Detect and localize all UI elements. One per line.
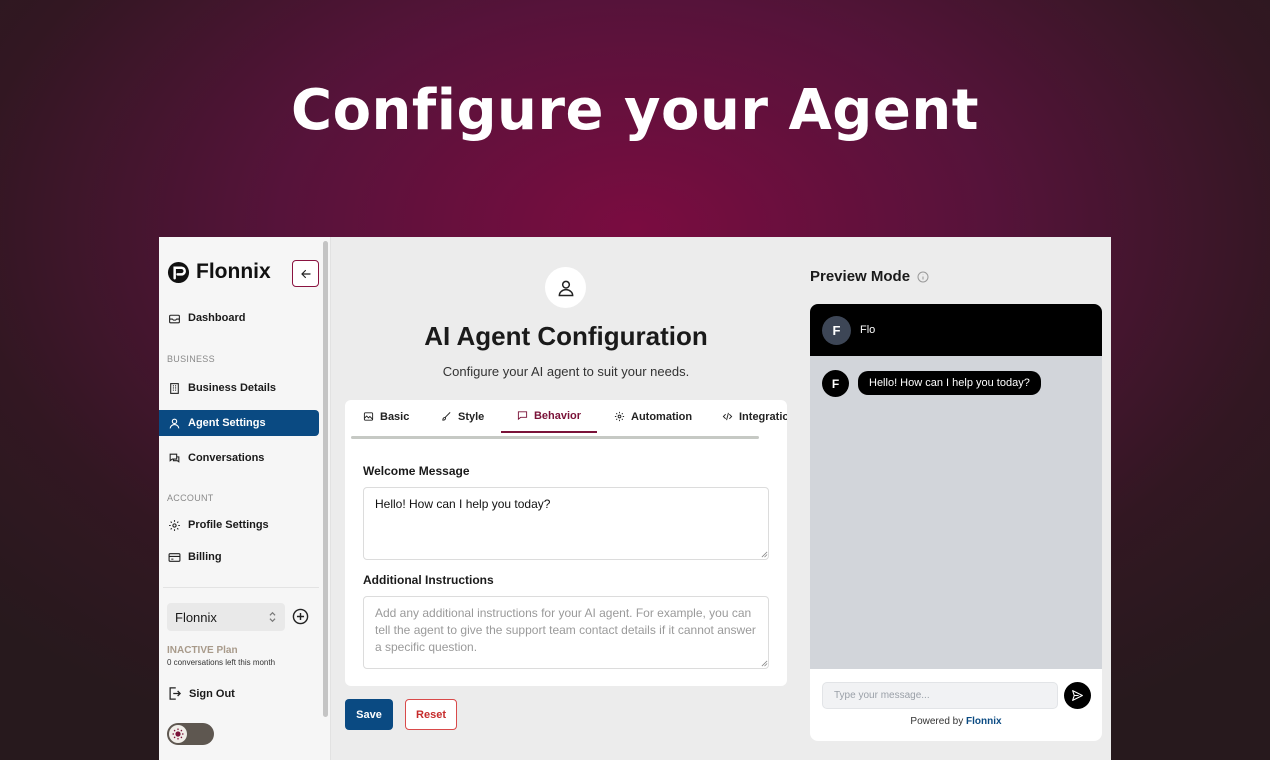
- sidebar-item-label: Profile Settings: [188, 519, 269, 531]
- plan-name: INACTIVE Plan: [167, 645, 238, 656]
- collapse-sidebar-button[interactable]: [292, 260, 319, 287]
- sidebar-item-dashboard[interactable]: Dashboard: [159, 305, 319, 331]
- powered-by-prefix: Powered by: [910, 716, 964, 727]
- message-avatar: F: [822, 370, 849, 397]
- sign-out-button[interactable]: Sign Out: [167, 686, 235, 701]
- preview-title-text: Preview Mode: [810, 268, 911, 285]
- info-icon[interactable]: [917, 271, 929, 283]
- powered-by: Powered by Flonnix: [810, 716, 1102, 727]
- welcome-message-input[interactable]: Hello! How can I help you today?: [363, 487, 769, 560]
- sidebar-item-label: Dashboard: [188, 312, 246, 324]
- sidebar-item-billing[interactable]: Billing: [159, 544, 319, 570]
- tab-basic[interactable]: Basic: [363, 400, 409, 433]
- inbox-icon: [169, 314, 180, 323]
- tab-label: Integratio: [739, 410, 787, 423]
- hero-title: Configure your Agent: [290, 78, 980, 143]
- sidebar-scrollbar[interactable]: [323, 241, 328, 717]
- flonnix-logo-icon: [167, 261, 190, 283]
- sun-icon: [172, 728, 184, 740]
- chat-agent-avatar: F: [822, 315, 851, 345]
- agent-avatar: [545, 267, 586, 308]
- chat-widget-preview: F Flo F Hello! How can I help you today?…: [810, 304, 1102, 741]
- reset-button[interactable]: Reset: [405, 699, 457, 730]
- sidebar-divider: [163, 587, 319, 588]
- chat-agent-name: Flo: [860, 324, 876, 336]
- brand-logo[interactable]: Flonnix: [167, 260, 271, 284]
- additional-instructions-label: Additional Instructions: [363, 573, 494, 587]
- powered-by-brand[interactable]: Flonnix: [966, 716, 1002, 727]
- theme-toggle-knob: [169, 725, 187, 743]
- page-subtitle: Configure your AI agent to suit your nee…: [442, 364, 690, 379]
- add-organization-icon[interactable]: [292, 608, 309, 625]
- app-window: Flonnix Dashboard BUSINESS Business Deta…: [159, 237, 1111, 760]
- sidebar-item-label: Billing: [188, 551, 222, 563]
- tab-style[interactable]: Style: [441, 400, 484, 433]
- send-icon: [1072, 690, 1083, 701]
- resize-grip-icon[interactable]: [761, 660, 768, 667]
- main-panel: AI Agent Configuration Configure your AI…: [331, 237, 801, 760]
- send-button[interactable]: [1064, 682, 1091, 709]
- message-icon: [517, 411, 528, 421]
- brand-name: Flonnix: [196, 260, 271, 283]
- chat-bubbles-icon: [169, 453, 180, 463]
- tab-behavior[interactable]: Behavior: [501, 400, 597, 433]
- organization-select[interactable]: Flonnix: [167, 603, 285, 631]
- sidebar-item-conversations[interactable]: Conversations: [159, 445, 319, 471]
- config-card: Basic Style Behavior Automation Integrat…: [345, 400, 787, 686]
- sidebar-item-label: Business Details: [188, 382, 277, 394]
- section-label-account: ACCOUNT: [167, 493, 214, 503]
- page-title: AI Agent Configuration: [424, 321, 708, 351]
- plan-usage: 0 conversations left this month: [167, 658, 276, 667]
- sidebar-item-label: Agent Settings: [188, 417, 266, 429]
- sidebar-item-label: Conversations: [188, 452, 265, 464]
- building-icon: [170, 382, 179, 394]
- agent-message: Hello! How can I help you today?: [858, 371, 1041, 395]
- resize-grip-icon[interactable]: [761, 551, 768, 558]
- preview-title: Preview Mode: [810, 268, 929, 285]
- sidebar-item-profile-settings[interactable]: Profile Settings: [159, 512, 319, 538]
- tab-integrations[interactable]: Integratio: [722, 400, 787, 433]
- gear-icon: [614, 411, 625, 422]
- organization-selected-value: Flonnix: [175, 609, 217, 625]
- arrow-left-icon: [300, 269, 311, 278]
- sign-out-icon: [169, 687, 182, 700]
- user-icon: [558, 280, 573, 296]
- credit-card-icon: [168, 552, 181, 562]
- tab-label: Behavior: [533, 409, 582, 422]
- save-button[interactable]: Save: [345, 699, 393, 730]
- sidebar-item-agent-settings[interactable]: Agent Settings: [159, 410, 319, 436]
- chat-messages: F Hello! How can I help you today?: [810, 356, 1102, 669]
- theme-toggle[interactable]: [167, 723, 214, 745]
- code-icon: [722, 412, 733, 421]
- image-icon: [363, 412, 374, 421]
- config-tabs: Basic Style Behavior Automation Integrat…: [345, 400, 787, 433]
- preview-panel: Preview Mode F Flo F Hello! How can I he…: [801, 237, 1111, 760]
- sign-out-label: Sign Out: [189, 687, 235, 700]
- tab-label: Style: [458, 410, 485, 423]
- section-label-business: BUSINESS: [167, 354, 215, 364]
- chevron-up-down-icon: [269, 611, 276, 623]
- tab-label: Basic: [380, 410, 410, 423]
- tabs-scrollbar[interactable]: [351, 436, 759, 439]
- chat-message-input[interactable]: [822, 682, 1058, 709]
- tab-label: Automation: [631, 410, 693, 423]
- tab-automation[interactable]: Automation: [614, 400, 692, 433]
- welcome-message-label: Welcome Message: [363, 464, 470, 478]
- chat-header: F Flo: [810, 304, 1102, 356]
- sidebar: Flonnix Dashboard BUSINESS Business Deta…: [159, 237, 331, 760]
- brush-icon: [442, 412, 451, 421]
- sidebar-item-business-details[interactable]: Business Details: [159, 375, 319, 401]
- additional-instructions-input[interactable]: [363, 596, 769, 669]
- gear-icon: [169, 519, 180, 531]
- user-icon: [169, 418, 180, 428]
